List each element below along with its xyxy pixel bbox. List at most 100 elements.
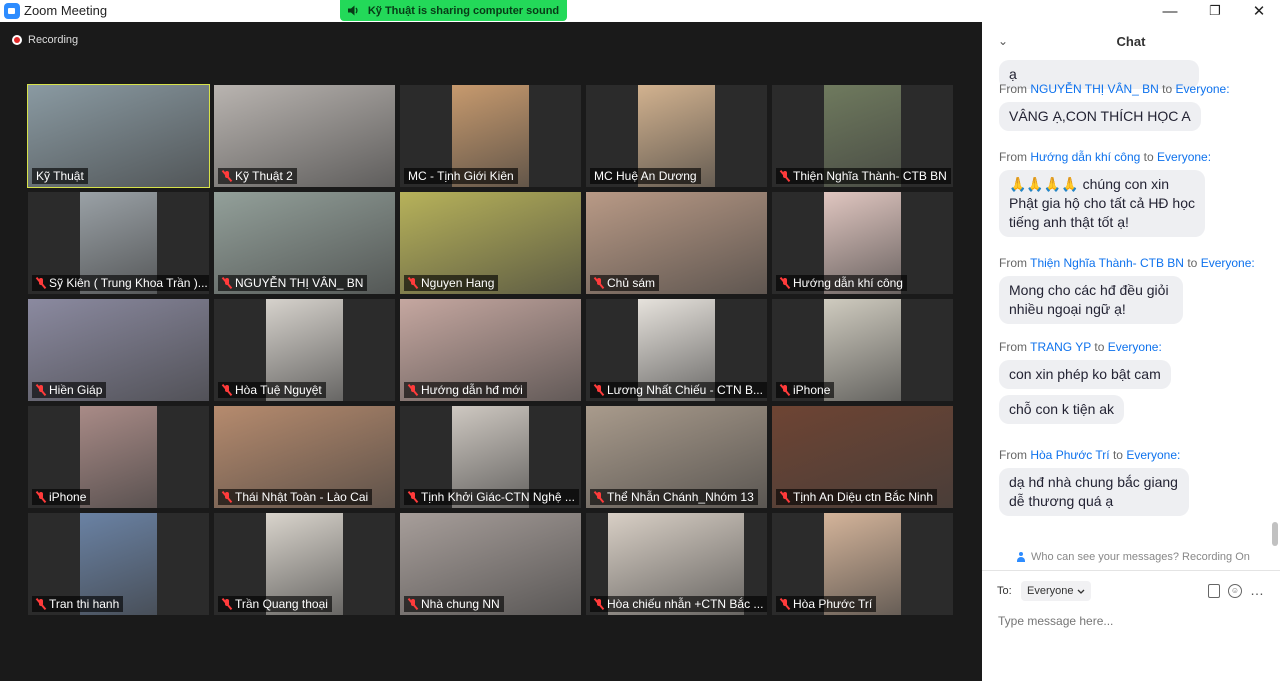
participant-nameplate: Thể Nhẫn Chánh_Nhóm 13 (590, 489, 758, 505)
participant-name: Tịnh Khởi Giác-CTN Nghệ ... (421, 490, 575, 504)
recipient-name: Everyone: (1175, 82, 1230, 96)
chat-message-list[interactable]: ạ From NGUYỄN THỊ VÂN_ BN to Everyone: V… (982, 58, 1268, 548)
mic-muted-icon (408, 598, 418, 610)
participant-name: Tran thi hanh (49, 597, 120, 611)
chat-message: From TRANG YP to Everyone: con xin phép … (999, 340, 1171, 424)
participant-tile[interactable]: Kỹ Thuật (27, 84, 210, 188)
message-header: From NGUYỄN THỊ VÂN_ BN to Everyone: (999, 82, 1230, 96)
participant-tile[interactable]: Tịnh Khởi Giác-CTN Nghệ ... (400, 406, 581, 508)
sender-name[interactable]: NGUYỄN THỊ VÂN_ BN (1030, 82, 1158, 96)
recording-indicator[interactable]: Recording (12, 34, 78, 46)
video-gallery: Recording Kỹ Thuật Kỹ Thuật 2 MC - Tịnh Gi… (0, 22, 982, 681)
participant-tile[interactable]: Thiện Nghĩa Thành- CTB BN (772, 85, 953, 187)
mic-muted-icon (408, 491, 418, 503)
participant-name: MC Huệ An Dương (594, 169, 697, 183)
participant-tile[interactable]: Trần Quang thoại (214, 513, 395, 615)
participant-tile[interactable]: Tịnh An Diệu ctn Bắc Ninh (772, 406, 953, 508)
recording-label: Recording (28, 34, 79, 46)
participant-tile[interactable]: Hòa chiếu nhẫn +CTN Bắc ... (586, 513, 767, 615)
participant-nameplate: Hòa Phước Trí (776, 596, 877, 612)
sharing-banner-text: Kỹ Thuật is sharing computer sound (367, 4, 560, 17)
mic-muted-icon (36, 491, 46, 503)
participant-nameplate: iPhone (776, 382, 835, 398)
recipient-name: Everyone: (1200, 256, 1255, 270)
participant-tile[interactable]: Hòa Phước Trí (772, 513, 953, 615)
participant-tile[interactable]: Sỹ Kiên ( Trung Khoa Trần )... (28, 192, 209, 294)
participant-nameplate: Hòa chiếu nhẫn +CTN Bắc ... (590, 596, 767, 612)
recipient-name: Everyone: (1157, 150, 1212, 164)
participant-tile[interactable]: Hòa Tuệ Nguyệt (214, 299, 395, 401)
participant-tile[interactable]: Thái Nhật Toàn - Lào Cai (214, 406, 395, 508)
speaker-icon (347, 5, 358, 16)
participant-name: Hòa Tuệ Nguyệt (235, 383, 322, 397)
participant-nameplate: Tịnh Khởi Giác-CTN Nghệ ... (404, 489, 579, 505)
who-can-see-link[interactable]: Who can see your messages? Recording On (1016, 551, 1250, 563)
recipient-name: Everyone: (1107, 340, 1162, 354)
participant-tile[interactable]: NGUYỄN THỊ VÂN_ BN (214, 192, 395, 294)
sharing-sound-banner[interactable]: Kỹ Thuật is sharing computer sound (340, 0, 567, 21)
mic-muted-icon (780, 170, 790, 182)
participant-name: Hiền Giáp (49, 383, 103, 397)
participant-name: Nhà chung NN (421, 597, 500, 611)
emoji-icon[interactable]: ☺ (1228, 584, 1242, 598)
participant-name: MC - Tịnh Giới Kiên (408, 169, 514, 183)
mic-muted-icon (222, 384, 232, 396)
mic-muted-icon (780, 277, 790, 289)
participant-tile[interactable]: Hướng dẫn hđ mới (400, 299, 581, 401)
participant-nameplate: Lương Nhất Chiếu - CTN B... (590, 382, 767, 398)
participant-nameplate: Kỹ Thuật 2 (218, 168, 297, 184)
file-icon[interactable] (1208, 584, 1220, 598)
chat-message: From Hòa Phước Trí to Everyone: dạ hđ nh… (999, 448, 1189, 516)
mic-muted-icon (36, 598, 46, 610)
window-title: Zoom Meeting (24, 3, 108, 18)
participant-nameplate: Hòa Tuệ Nguyệt (218, 382, 326, 398)
chat-scrollbar[interactable] (1272, 522, 1278, 546)
participant-tile[interactable]: Hiền Giáp (28, 299, 209, 401)
close-button[interactable]: ✕ (1237, 0, 1280, 22)
mic-muted-icon (222, 491, 232, 503)
sender-name[interactable]: Hướng dẫn khí công (1030, 150, 1140, 164)
participant-nameplate: Chủ sám (590, 275, 660, 291)
who-can-see-text: Who can see your messages? Recording On (1031, 551, 1250, 563)
participant-tile[interactable]: Thể Nhẫn Chánh_Nhóm 13 (586, 406, 767, 508)
mic-muted-icon (594, 598, 604, 610)
participant-name: Hòa Phước Trí (793, 597, 873, 611)
minimize-button[interactable]: — (1148, 0, 1192, 22)
participant-nameplate: Hướng dẫn khí công (776, 275, 907, 291)
participant-name: Kỹ Thuật (36, 169, 84, 183)
participant-tile[interactable]: Nguyen Hang (400, 192, 581, 294)
mic-muted-icon (222, 598, 232, 610)
chat-bubble: Mong cho các hđ đều giỏi nhiều ngoại ngữ… (999, 276, 1183, 324)
participant-tile[interactable]: Nhà chung NN (400, 513, 581, 615)
participant-name: NGUYỄN THỊ VÂN_ BN (235, 276, 364, 290)
participant-tile[interactable]: iPhone (28, 406, 209, 508)
participant-tile[interactable]: Hướng dẫn khí công (772, 192, 953, 294)
participant-name: Thiện Nghĩa Thành- CTB BN (793, 169, 947, 183)
participant-tile[interactable]: Chủ sám (586, 192, 767, 294)
sender-name[interactable]: Thiện Nghĩa Thành- CTB BN (1030, 256, 1184, 270)
participant-tile[interactable]: iPhone (772, 299, 953, 401)
participant-tile[interactable]: MC Huệ An Dương (586, 85, 767, 187)
mic-muted-icon (222, 170, 232, 182)
chat-bubble: 🙏🙏🙏🙏 chúng con xin Phật gia hộ cho tất c… (999, 170, 1205, 237)
more-icon[interactable]: … (1250, 582, 1264, 598)
participant-nameplate: Sỹ Kiên ( Trung Khoa Trần )... (32, 275, 209, 291)
participant-nameplate: Hiền Giáp (32, 382, 107, 398)
participant-tile[interactable]: MC - Tịnh Giới Kiên (400, 85, 581, 187)
maximize-button[interactable]: ❐ (1193, 0, 1237, 22)
sender-name[interactable]: Hòa Phước Trí (1030, 448, 1109, 462)
mic-muted-icon (780, 384, 790, 396)
participant-tile[interactable]: Tran thi hanh (28, 513, 209, 615)
participant-name: Kỹ Thuật 2 (235, 169, 293, 183)
recipient-select[interactable]: Everyone (1021, 581, 1092, 601)
sender-name[interactable]: TRANG YP (1030, 340, 1091, 354)
participant-nameplate: Nguyen Hang (404, 275, 499, 291)
mic-muted-icon (222, 277, 232, 289)
message-input[interactable] (996, 610, 1270, 632)
participant-tile[interactable]: Lương Nhất Chiếu - CTN B... (586, 299, 767, 401)
chat-message: From NGUYỄN THỊ VÂN_ BN to Everyone: VÂN… (999, 82, 1230, 131)
participant-name: Hòa chiếu nhẫn +CTN Bắc ... (607, 597, 764, 611)
participant-tile[interactable]: Kỹ Thuật 2 (214, 85, 395, 187)
zoom-logo-icon (4, 3, 20, 19)
mic-muted-icon (594, 384, 604, 396)
